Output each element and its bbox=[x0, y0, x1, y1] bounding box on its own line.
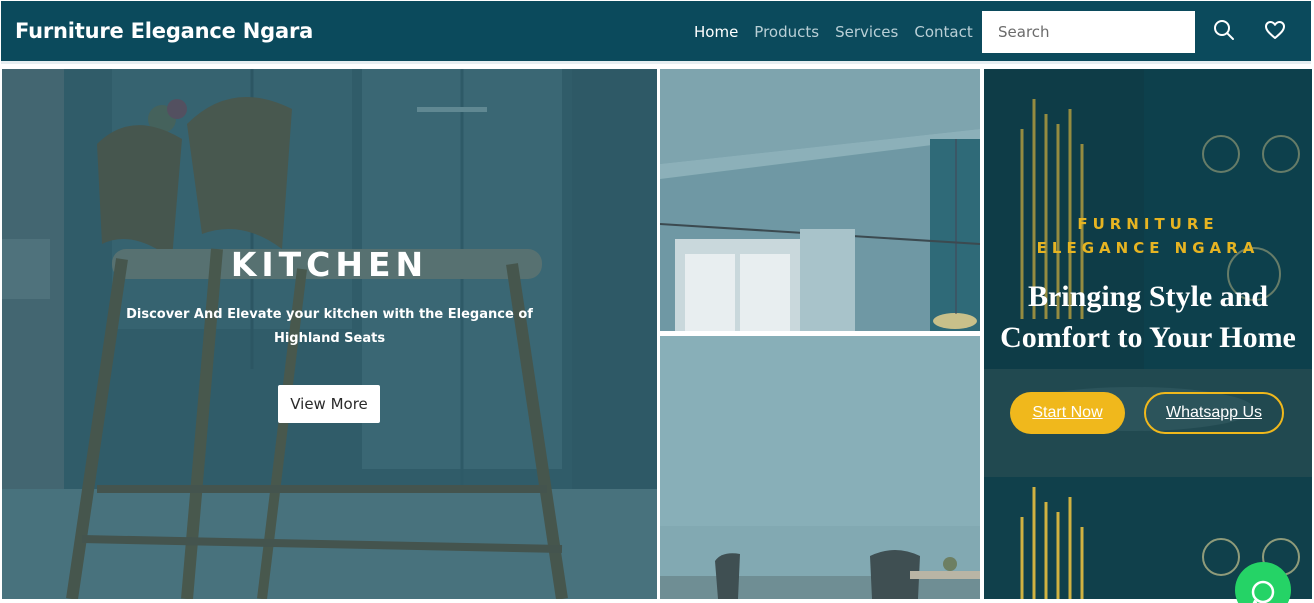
nav-link-contact[interactable]: Contact bbox=[914, 23, 972, 41]
room-image-top[interactable] bbox=[660, 69, 980, 331]
heart-icon[interactable] bbox=[1263, 18, 1287, 42]
living-room-image bbox=[660, 69, 980, 331]
search-input[interactable] bbox=[982, 11, 1195, 53]
hero-panel: FURNITURE ELEGANCE NGARA Bringing Style … bbox=[984, 69, 1312, 477]
kitchen-title: KITCHEN bbox=[230, 245, 429, 284]
dining-room-image bbox=[660, 336, 980, 599]
brand-logo-text[interactable]: Furniture Elegance Ngara bbox=[15, 19, 313, 43]
start-now-button[interactable]: Start Now bbox=[1010, 392, 1125, 434]
nav-link-home[interactable]: Home bbox=[694, 23, 738, 41]
navbar: Furniture Elegance Ngara Home Products S… bbox=[1, 1, 1311, 64]
whatsapp-icon bbox=[1251, 580, 1275, 603]
nav-link-products[interactable]: Products bbox=[754, 23, 819, 41]
view-more-button[interactable]: View More bbox=[278, 385, 380, 423]
main-nav: Home Products Services Contact bbox=[694, 23, 973, 41]
whatsapp-float-button[interactable] bbox=[1235, 562, 1291, 603]
room-image-bottom[interactable] bbox=[660, 336, 980, 599]
kitchen-content: KITCHEN Discover And Elevate your kitche… bbox=[2, 69, 657, 599]
search-icon[interactable] bbox=[1212, 18, 1236, 42]
whatsapp-us-button[interactable]: Whatsapp Us bbox=[1144, 392, 1284, 434]
nav-link-services[interactable]: Services bbox=[835, 23, 898, 41]
hero-brand-line: FURNITURE ELEGANCE NGARA bbox=[1036, 215, 1260, 257]
kitchen-description: Discover And Elevate your kitchen with t… bbox=[126, 307, 533, 346]
kitchen-banner: KITCHEN Discover And Elevate your kitche… bbox=[2, 69, 657, 599]
hero-title: Bringing Style and Comfort to Your Home bbox=[1000, 280, 1296, 354]
